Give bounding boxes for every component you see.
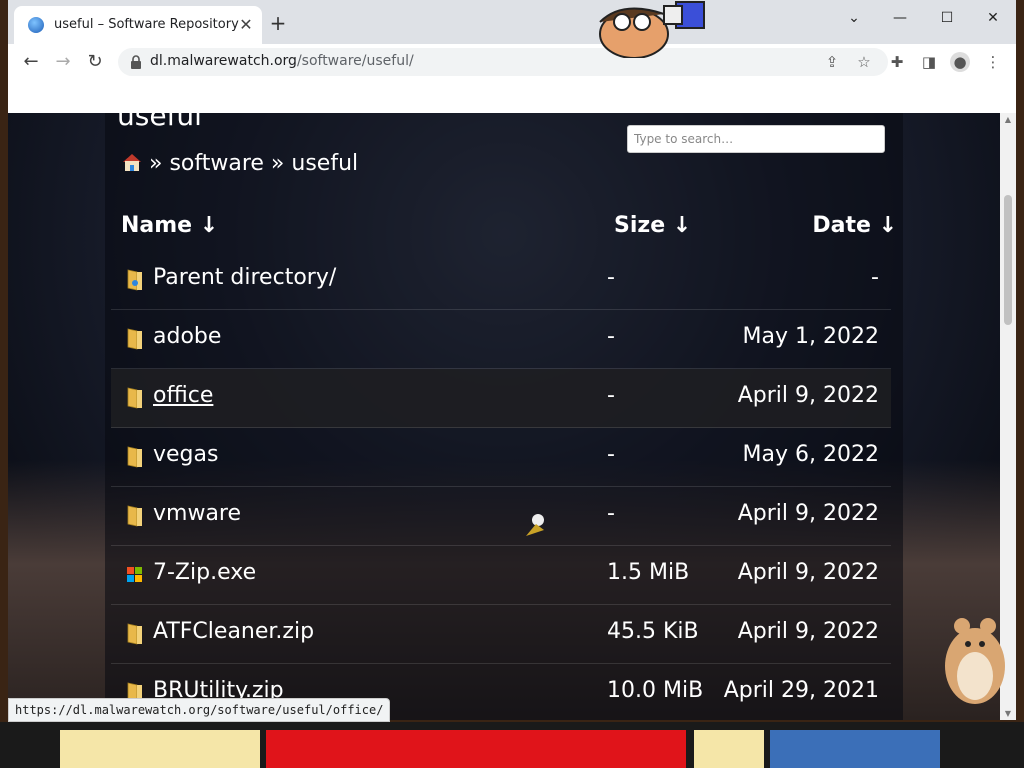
windows-exe-icon bbox=[127, 567, 142, 582]
parent-folder-icon bbox=[127, 269, 142, 291]
row-date: April 9, 2022 bbox=[737, 383, 879, 408]
tab-useful[interactable]: useful – Software Repository ✕ bbox=[14, 6, 262, 44]
table-row[interactable]: ATFCleaner.zip 45.5 KiB April 9, 2022 bbox=[111, 605, 891, 664]
lock-icon bbox=[131, 55, 141, 69]
row-size: - bbox=[607, 324, 615, 349]
folder-icon bbox=[127, 505, 142, 527]
chevron-down-icon[interactable]: ⌄ bbox=[842, 8, 866, 28]
reload-button[interactable]: ↻ bbox=[84, 51, 106, 73]
table-row[interactable]: adobe - May 1, 2022 bbox=[111, 310, 891, 369]
folder-icon bbox=[127, 446, 142, 468]
browser-window: useful – Software Repository ✕ + ⌄ — ☐ ✕… bbox=[8, 0, 1016, 720]
url-path: /software/useful/ bbox=[296, 53, 414, 69]
back-button[interactable]: ← bbox=[20, 51, 42, 73]
row-date: April 9, 2022 bbox=[737, 619, 879, 644]
column-header-date[interactable]: Date ↓ bbox=[812, 213, 897, 238]
folder-icon bbox=[127, 387, 142, 409]
page-content: useful » software » useful Name ↓ Size ↓… bbox=[8, 113, 1000, 720]
new-tab-button[interactable]: + bbox=[268, 13, 288, 33]
row-size: - bbox=[607, 265, 615, 290]
taskbar bbox=[0, 722, 1024, 768]
globe-icon bbox=[28, 17, 44, 33]
row-size: 10.0 MiB bbox=[607, 678, 704, 703]
address-bar[interactable]: dl.malwarewatch.org/software/useful/ ⇪ ☆ bbox=[118, 48, 888, 76]
table-row[interactable]: Parent directory/ - - bbox=[111, 251, 891, 310]
breadcrumb-path[interactable]: » software » useful bbox=[149, 151, 358, 176]
status-bar-url: https://dl.malwarewatch.org/software/use… bbox=[8, 698, 391, 722]
search-input[interactable] bbox=[627, 125, 885, 153]
home-icon[interactable] bbox=[121, 151, 143, 173]
table-row[interactable]: vmware - April 9, 2022 bbox=[111, 487, 891, 546]
column-header-name[interactable]: Name ↓ bbox=[121, 213, 218, 238]
close-tab-icon[interactable]: ✕ bbox=[236, 15, 256, 35]
row-size: 1.5 MiB bbox=[607, 560, 690, 585]
profile-avatar-icon[interactable]: ● bbox=[950, 52, 970, 72]
row-date: May 6, 2022 bbox=[742, 442, 879, 467]
row-date: April 29, 2021 bbox=[723, 678, 879, 703]
scroll-thumb[interactable] bbox=[1004, 195, 1012, 325]
taskbar-segment bbox=[266, 730, 686, 768]
minimize-button[interactable]: — bbox=[888, 8, 912, 28]
browser-toolbar: ← → ↻ dl.malwarewatch.org/software/usefu… bbox=[8, 44, 1016, 80]
row-name-link[interactable]: 7-Zip.exe bbox=[153, 560, 256, 585]
table-row[interactable]: office - April 9, 2022 bbox=[111, 369, 891, 428]
scroll-down-arrow-icon[interactable]: ▼ bbox=[1003, 709, 1013, 718]
row-size: - bbox=[607, 442, 615, 467]
table-row[interactable]: vegas - May 6, 2022 bbox=[111, 428, 891, 487]
page-top-margin bbox=[8, 80, 1016, 113]
row-date: April 9, 2022 bbox=[737, 501, 879, 526]
column-header-size[interactable]: Size ↓ bbox=[614, 213, 691, 238]
cursor-sprite-icon bbox=[526, 514, 544, 536]
scroll-up-arrow-icon[interactable]: ▲ bbox=[1003, 115, 1013, 124]
breadcrumb: » software » useful bbox=[121, 151, 358, 176]
forward-button[interactable]: → bbox=[52, 51, 74, 73]
menu-kebab-icon[interactable]: ⋮ bbox=[982, 51, 1004, 73]
row-size: - bbox=[607, 383, 615, 408]
row-name-link[interactable]: vegas bbox=[153, 442, 218, 467]
row-size: - bbox=[607, 501, 615, 526]
tab-bar: useful – Software Repository ✕ + ⌄ — ☐ ✕ bbox=[8, 0, 1016, 44]
cartoon-face-sticker-icon bbox=[599, 1, 705, 58]
table-row[interactable]: 7-Zip.exe 1.5 MiB April 9, 2022 bbox=[111, 546, 891, 605]
taskbar-segment bbox=[60, 730, 260, 768]
folder-icon bbox=[127, 328, 142, 350]
taskbar-segment bbox=[694, 730, 764, 768]
side-panel-icon[interactable]: ◨ bbox=[918, 51, 940, 73]
page-title: useful bbox=[117, 113, 202, 132]
url-text: dl.malwarewatch.org/software/useful/ bbox=[150, 53, 414, 69]
zip-folder-icon bbox=[127, 623, 142, 645]
taskbar-segment bbox=[770, 730, 940, 768]
bookmark-star-icon[interactable]: ☆ bbox=[854, 52, 874, 72]
row-name-link[interactable]: vmware bbox=[153, 501, 241, 526]
extensions-puzzle-icon[interactable]: ✚ bbox=[886, 51, 908, 73]
share-icon[interactable]: ⇪ bbox=[822, 52, 842, 72]
row-name-link[interactable]: adobe bbox=[153, 324, 221, 349]
row-name-link[interactable]: ATFCleaner.zip bbox=[153, 619, 314, 644]
hamster-sticker-icon bbox=[945, 618, 1005, 704]
maximize-button[interactable]: ☐ bbox=[935, 8, 959, 28]
row-date: April 9, 2022 bbox=[737, 560, 879, 585]
row-name-link[interactable]: Parent directory/ bbox=[153, 265, 336, 290]
row-name-link[interactable]: office bbox=[153, 383, 213, 408]
listing-panel: useful » software » useful Name ↓ Size ↓… bbox=[105, 113, 903, 720]
row-date: May 1, 2022 bbox=[742, 324, 879, 349]
tab-title: useful – Software Repository bbox=[54, 17, 239, 32]
row-date: - bbox=[871, 265, 879, 290]
close-window-button[interactable]: ✕ bbox=[981, 8, 1005, 28]
url-domain: dl.malwarewatch.org bbox=[150, 53, 297, 69]
row-size: 45.5 KiB bbox=[607, 619, 699, 644]
